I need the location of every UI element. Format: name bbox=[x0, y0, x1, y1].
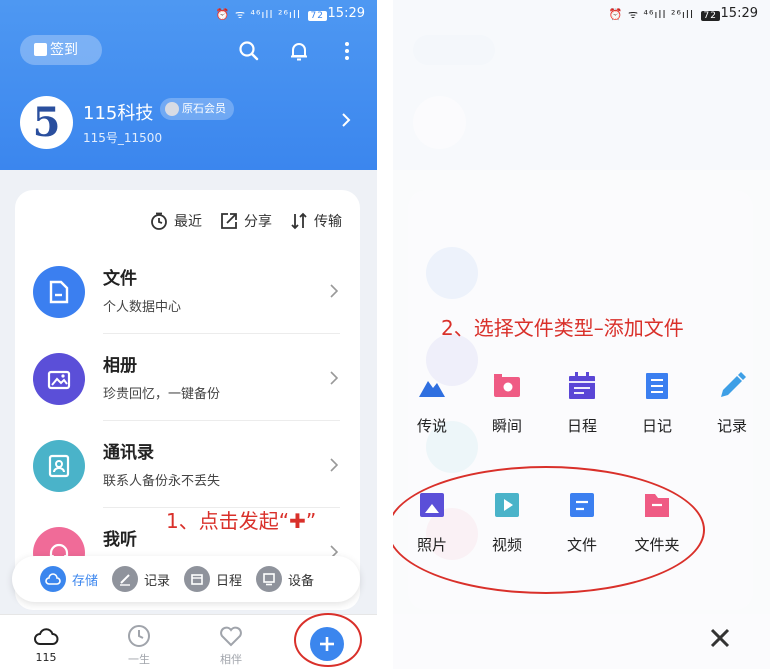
category-tab-bar: 存储 记录 日程 设备 bbox=[12, 556, 360, 602]
monitor-icon bbox=[256, 566, 283, 592]
profile-header: ⏰ ᯤ ⁴⁶ıll ²⁶ıll 72 15:29 签到 5 115科技 原石会员… bbox=[0, 0, 377, 170]
camera-icon bbox=[494, 374, 520, 397]
quick-transfer[interactable]: 传输 bbox=[290, 211, 342, 231]
signin-calendar-icon bbox=[34, 43, 47, 56]
screenshot-root: ⏰ ᯤ ⁴⁶ıll ²⁶ıll 72 15:29 签到 5 115科技 原石会员… bbox=[0, 0, 770, 669]
tab-records[interactable]: 记录 bbox=[112, 566, 170, 592]
phone-left: ⏰ ᯤ ⁴⁶ıll ²⁶ıll 72 15:29 签到 5 115科技 原石会员… bbox=[0, 0, 377, 669]
status-time: 15:29 bbox=[720, 6, 758, 21]
history-icon bbox=[151, 212, 167, 230]
list-item-subtitle: 个人数据中心 bbox=[103, 300, 182, 315]
notebook-icon bbox=[646, 373, 668, 399]
menu-schedule[interactable]: 日程 bbox=[552, 371, 612, 436]
file-icon bbox=[33, 266, 85, 318]
signin-button[interactable]: 签到 bbox=[20, 35, 102, 65]
status-bar: ⏰ ᯤ ⁴⁶ıll ²⁶ıll 72 15:29 bbox=[393, 0, 770, 28]
chevron-right-icon bbox=[330, 284, 338, 298]
tab-label: 记录 bbox=[144, 573, 171, 589]
nav-lifetime[interactable]: 一生 bbox=[114, 623, 164, 667]
annotation-step2: 2、选择文件类型–添加文件 bbox=[441, 316, 684, 340]
more-vertical-icon[interactable] bbox=[336, 40, 358, 62]
signin-label: 签到 bbox=[50, 42, 78, 58]
member-badge[interactable]: 原石会员 bbox=[160, 98, 234, 120]
battery-indicator: 72 bbox=[307, 11, 327, 21]
chevron-right-icon bbox=[330, 458, 338, 472]
quick-actions: 最近 分享 传输 bbox=[150, 211, 342, 231]
pencil-icon bbox=[721, 372, 746, 397]
nav-companion[interactable]: 相伴 bbox=[206, 623, 256, 667]
tab-label: 设备 bbox=[288, 573, 315, 589]
phone-right: ⏰ ᯤ ⁴⁶ıll ²⁶ıll 72 15:29 2、选择文件类型–添加文件 传… bbox=[393, 0, 770, 669]
nav-label: 相伴 bbox=[220, 653, 242, 666]
menu-moment[interactable]: 瞬间 bbox=[477, 371, 537, 436]
battery-indicator: 72 bbox=[700, 11, 720, 21]
nav-label: 一生 bbox=[128, 653, 150, 666]
cloud-icon bbox=[40, 566, 66, 592]
username: 115科技 bbox=[83, 103, 154, 124]
profile-chevron-icon[interactable] bbox=[341, 112, 351, 128]
cloud-icon bbox=[34, 628, 59, 645]
menu-label: 传说 bbox=[416, 417, 447, 435]
main-card: 最近 分享 传输 文件 个人数据中心 相册 珍贵回忆，一键备份 通讯录 联系人备… bbox=[15, 190, 360, 610]
menu-label: 记录 bbox=[716, 417, 747, 435]
clock-icon bbox=[128, 625, 150, 647]
list-item-title: 文件 bbox=[103, 269, 137, 289]
menu-legend[interactable]: 传说 bbox=[402, 371, 462, 436]
search-icon[interactable] bbox=[238, 40, 260, 62]
list-item-title: 相册 bbox=[103, 356, 137, 376]
status-icons: ⏰ ᯤ ⁴⁶ıll ²⁶ıll 72 bbox=[609, 7, 722, 22]
transfer-icon bbox=[291, 212, 307, 230]
menu-label: 日程 bbox=[566, 417, 597, 435]
annotation-ellipse-menu bbox=[393, 466, 705, 594]
nav-115[interactable]: 115 bbox=[21, 623, 71, 664]
tab-label: 存储 bbox=[72, 573, 99, 589]
menu-record[interactable]: 记录 bbox=[702, 371, 762, 436]
member-gem-icon bbox=[165, 102, 179, 116]
status-icons: ⏰ ᯤ ⁴⁶ıll ²⁶ıll 72 bbox=[216, 7, 329, 22]
annotation-step1: 1、点击发起“✚” bbox=[166, 509, 317, 533]
list-item-subtitle: 联系人备份永不丢失 bbox=[103, 474, 221, 489]
list-item-album[interactable]: 相册 珍贵回忆，一键备份 bbox=[15, 334, 360, 421]
quick-share-label: 分享 bbox=[244, 214, 272, 230]
quick-share[interactable]: 分享 bbox=[220, 211, 272, 231]
avatar[interactable]: 5 bbox=[20, 96, 73, 149]
bell-icon[interactable] bbox=[288, 40, 310, 62]
tab-storage[interactable]: 存储 bbox=[40, 566, 98, 592]
status-bar: ⏰ ᯤ ⁴⁶ıll ²⁶ıll 72 15:29 bbox=[0, 0, 377, 28]
status-time: 15:29 bbox=[327, 6, 365, 21]
network-indicator: ⏰ ᯤ ⁴⁶ıll ²⁶ıll bbox=[608, 8, 695, 21]
photo-album-icon bbox=[33, 353, 85, 405]
quick-recent[interactable]: 最近 bbox=[150, 211, 202, 231]
menu-diary[interactable]: 日记 bbox=[627, 371, 687, 436]
calendar-icon bbox=[184, 566, 211, 592]
share-icon bbox=[221, 213, 237, 229]
network-indicator: ⏰ ᯤ ⁴⁶ıll ²⁶ıll bbox=[215, 8, 302, 21]
list-item-title: 我听 bbox=[103, 530, 137, 550]
quick-transfer-label: 传输 bbox=[314, 214, 342, 230]
mountain-icon bbox=[419, 381, 445, 397]
avatar-glyph: 5 bbox=[32, 99, 61, 146]
tab-devices[interactable]: 设备 bbox=[256, 566, 314, 592]
tab-schedule[interactable]: 日程 bbox=[184, 566, 242, 592]
menu-label: 瞬间 bbox=[491, 417, 522, 435]
calendar-icon bbox=[569, 372, 595, 399]
list-item-contacts[interactable]: 通讯录 联系人备份永不丢失 bbox=[15, 421, 360, 508]
contacts-icon bbox=[33, 440, 85, 492]
list-item-title: 通讯录 bbox=[103, 443, 154, 463]
nav-label: 115 bbox=[35, 651, 57, 664]
close-icon[interactable] bbox=[706, 624, 734, 652]
member-label: 原石会员 bbox=[182, 102, 226, 115]
quick-recent-label: 最近 bbox=[174, 214, 202, 230]
annotation-circle-add bbox=[294, 613, 362, 667]
menu-label: 日记 bbox=[641, 417, 672, 435]
list-item-subtitle: 珍贵回忆，一键备份 bbox=[103, 387, 221, 402]
pen-icon bbox=[112, 566, 139, 592]
tab-label: 日程 bbox=[216, 573, 243, 589]
chevron-right-icon bbox=[330, 371, 338, 385]
list-item-files[interactable]: 文件 个人数据中心 bbox=[15, 247, 360, 334]
user-id: 115号_11500 bbox=[83, 131, 163, 145]
heart-icon bbox=[220, 626, 242, 647]
